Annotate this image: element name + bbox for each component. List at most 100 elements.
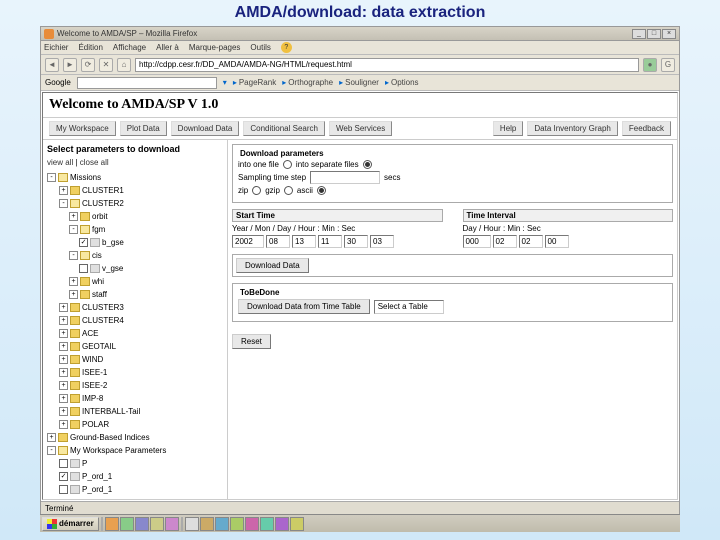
download-data-button[interactable]: Download Data <box>236 258 309 273</box>
tree-bgse[interactable]: ✓b_gse <box>47 236 223 249</box>
radio-zip[interactable] <box>252 186 261 195</box>
download-timetable-button[interactable]: Download Data from Time Table <box>238 299 370 314</box>
back-button[interactable]: ◄ <box>45 58 59 72</box>
tree-interball[interactable]: +INTERBALL-Tail <box>47 405 223 418</box>
menu-edit[interactable]: Édition <box>78 43 102 52</box>
taskbar-app-icon[interactable] <box>200 517 214 531</box>
tree-groundbased[interactable]: +Ground-Based Indices <box>47 431 223 444</box>
tree-cis[interactable]: -cis <box>47 249 223 262</box>
forward-button[interactable]: ► <box>63 58 77 72</box>
taskbar-app-icon[interactable] <box>245 517 259 531</box>
taskbar-app-icon[interactable] <box>275 517 289 531</box>
menu-tools[interactable]: Outils <box>250 43 270 52</box>
min-input[interactable]: 30 <box>344 235 368 248</box>
pagerank-link[interactable]: PageRank <box>233 78 276 87</box>
tree-wind[interactable]: +WIND <box>47 353 223 366</box>
int-day-input[interactable]: 000 <box>463 235 491 248</box>
tree-param1[interactable]: P <box>47 457 223 470</box>
taskbar-app-icon[interactable] <box>290 517 304 531</box>
nav-plot[interactable]: Plot Data <box>120 121 167 136</box>
radio-onefile[interactable] <box>283 160 292 169</box>
google-search-button[interactable]: ▾ <box>223 78 227 87</box>
tree-cluster2[interactable]: -CLUSTER2 <box>47 197 223 210</box>
tree-orbit[interactable]: +orbit <box>47 210 223 223</box>
tree-polar[interactable]: +POLAR <box>47 418 223 431</box>
taskbar-app-icon[interactable] <box>105 517 119 531</box>
menu-go[interactable]: Aller à <box>156 43 179 52</box>
tree-param2[interactable]: ✓P_ord_1 <box>47 470 223 483</box>
tree-isee1[interactable]: +ISEE-1 <box>47 366 223 379</box>
taskbar-app-icon[interactable] <box>120 517 134 531</box>
hour-input[interactable]: 11 <box>318 235 342 248</box>
taskbar-app-icon[interactable] <box>150 517 164 531</box>
tree-imp8[interactable]: +IMP-8 <box>47 392 223 405</box>
start-time-header: Start Time <box>232 209 443 222</box>
tree-cluster4[interactable]: +CLUSTER4 <box>47 314 223 327</box>
menu-view[interactable]: Affichage <box>113 43 146 52</box>
radio-gzip[interactable] <box>284 186 293 195</box>
spellcheck-link[interactable]: Orthographe <box>282 78 333 87</box>
status-bar: Terminé <box>41 501 679 515</box>
menu-bookmarks[interactable]: Marque-pages <box>189 43 241 52</box>
help-icon[interactable]: ? <box>281 42 292 53</box>
month-input[interactable]: 08 <box>266 235 290 248</box>
nav-datainv[interactable]: Data Inventory Graph <box>527 121 617 136</box>
sampling-input[interactable] <box>310 171 380 184</box>
menu-file[interactable]: Eichier <box>44 43 68 52</box>
int-sec-input[interactable]: 00 <box>545 235 569 248</box>
tree-vcse[interactable]: v_gse <box>47 262 223 275</box>
window-title: Welcome to AMDA/SP – Mozilla Firefox <box>57 29 632 38</box>
nav-download[interactable]: Download Data <box>171 121 240 136</box>
int-min-input[interactable]: 02 <box>519 235 543 248</box>
nav-conditional[interactable]: Conditional Search <box>243 121 325 136</box>
right-panel: Download parameters into one file into s… <box>228 140 677 499</box>
taskbar-app-icon[interactable] <box>215 517 229 531</box>
tree-fgm[interactable]: -fgm <box>47 223 223 236</box>
tree-cluster1[interactable]: +CLUSTER1 <box>47 184 223 197</box>
download-params-fieldset: Download parameters into one file into s… <box>232 144 673 203</box>
nav-webservices[interactable]: Web Services <box>329 121 392 136</box>
nav-workspace[interactable]: My Workspace <box>49 121 116 136</box>
tree-whi[interactable]: +whi <box>47 275 223 288</box>
url-bar[interactable]: http://cdpp.cesr.fr/DD_AMDA/AMDA-NG/HTML… <box>135 58 639 72</box>
tree-myws[interactable]: -My Workspace Parameters <box>47 444 223 457</box>
minimize-button[interactable]: _ <box>632 29 646 39</box>
nav-feedback[interactable]: Feedback <box>622 121 671 136</box>
tree-geotail[interactable]: +GEOTAIL <box>47 340 223 353</box>
tree-param3[interactable]: P_ord_1 <box>47 483 223 496</box>
year-input[interactable]: 2002 <box>232 235 264 248</box>
tbd-legend: ToBeDone <box>238 288 281 297</box>
options-link[interactable]: Options <box>385 78 419 87</box>
tree-staff[interactable]: +staff <box>47 288 223 301</box>
taskbar-app-icon[interactable] <box>185 517 199 531</box>
close-all-link[interactable]: close all <box>80 158 109 167</box>
search-button[interactable]: G <box>661 58 675 72</box>
sec-input[interactable]: 03 <box>370 235 394 248</box>
int-hour-input[interactable]: 02 <box>493 235 517 248</box>
taskbar-app-icon[interactable] <box>230 517 244 531</box>
tree-missions[interactable]: -Missions <box>47 171 223 184</box>
go-button[interactable]: ● <box>643 58 657 72</box>
day-input[interactable]: 13 <box>292 235 316 248</box>
google-search-input[interactable] <box>77 77 217 89</box>
maximize-button[interactable]: □ <box>647 29 661 39</box>
browser-window: Welcome to AMDA/SP – Mozilla Firefox _ □… <box>40 26 680 516</box>
nav-help[interactable]: Help <box>493 121 523 136</box>
radio-ascii[interactable] <box>317 186 326 195</box>
taskbar-app-icon[interactable] <box>165 517 179 531</box>
timetable-select[interactable]: Select a Table <box>374 300 444 314</box>
start-button[interactable]: démarrer <box>42 517 99 531</box>
tree-ace[interactable]: +ACE <box>47 327 223 340</box>
taskbar-app-icon[interactable] <box>260 517 274 531</box>
stop-button[interactable]: ✕ <box>99 58 113 72</box>
highlight-link[interactable]: Souligner <box>339 78 379 87</box>
tree-isee2[interactable]: +ISEE-2 <box>47 379 223 392</box>
radio-sepfiles[interactable] <box>363 160 372 169</box>
tree-cluster3[interactable]: +CLUSTER3 <box>47 301 223 314</box>
taskbar-app-icon[interactable] <box>135 517 149 531</box>
reset-button[interactable]: Reset <box>232 334 271 349</box>
close-button[interactable]: × <box>662 29 676 39</box>
home-button[interactable]: ⌂ <box>117 58 131 72</box>
view-all-link[interactable]: view all <box>47 158 73 167</box>
reload-button[interactable]: ⟳ <box>81 58 95 72</box>
